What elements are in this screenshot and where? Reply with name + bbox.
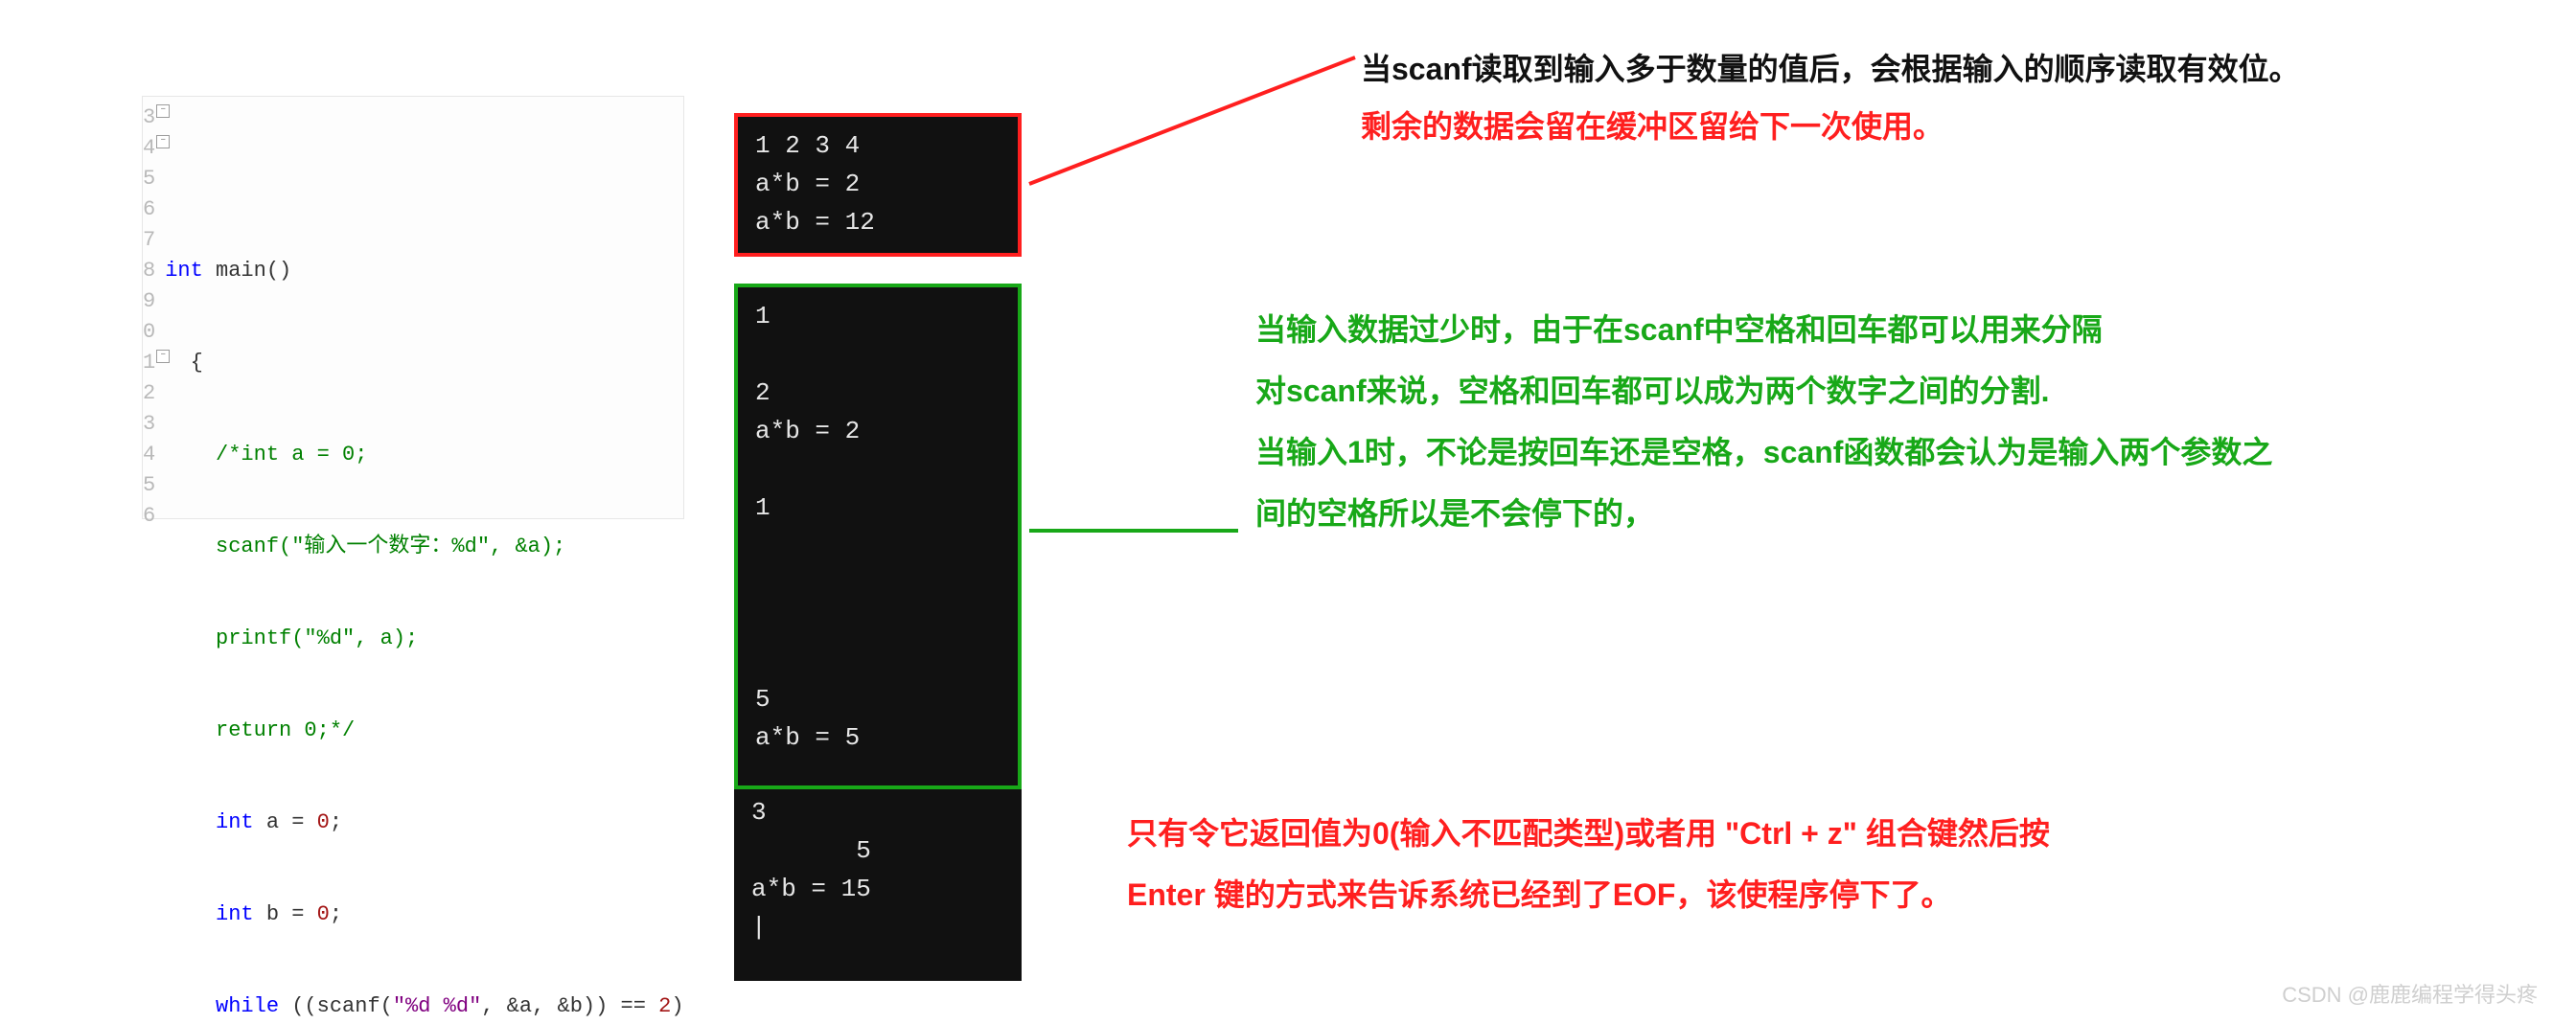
line-number: 4 [143, 133, 155, 164]
code-number: 0 [317, 902, 330, 926]
line-number: 5 [143, 164, 155, 194]
line-gutter: 3 4 5 6 7 8 9 0 1 2 3 4 5 6 [143, 97, 159, 518]
line-number: 5 [143, 470, 155, 501]
watermark: CSDN @鹿鹿编程学得头疼 [2282, 978, 2538, 1009]
code-text: ) [671, 994, 683, 1018]
line-number: 2 [143, 378, 155, 409]
anno-excess-title: 当scanf读取到输入多于数量的值后，会根据输入的顺序读取有效位。 [1361, 42, 2300, 96]
code-text: b = [254, 902, 317, 926]
code-text [165, 810, 216, 834]
console-output-excess: 1 2 3 4 a*b = 2 a*b = 12 [734, 113, 1022, 257]
anno-insufficient-4: 间的空格所以是不会停下的， [1255, 487, 1654, 540]
code-keyword: int [165, 259, 203, 283]
line-number: 3 [143, 409, 155, 440]
line-number: 6 [143, 501, 155, 532]
console-output-insufficient: 1 2 a*b = 2 1 5 a*b = 5 [734, 284, 1022, 789]
fold-icon[interactable]: – [156, 104, 170, 118]
fold-icon[interactable]: – [156, 135, 170, 148]
fold-icon[interactable]: – [156, 350, 170, 363]
console-output-tail: 3 5 a*b = 15 | [734, 789, 1022, 981]
anno-eof-2: Enter 键的方式来告诉系统已经到了EOF，该使程序停下了。 [1127, 868, 1951, 922]
line-number: 8 [143, 256, 155, 286]
code-text: ((scanf( [279, 994, 393, 1018]
line-number: 9 [143, 286, 155, 317]
code-text [165, 902, 216, 926]
anno-insufficient-2: 对scanf来说，空格和回车都可以成为两个数字之间的分割. [1255, 364, 2050, 418]
anno-insufficient-1: 当输入数据过少时，由于在scanf中空格和回车都可以用来分隔 [1255, 303, 2103, 356]
code-text: main() [203, 259, 291, 283]
code-keyword: int [216, 810, 254, 834]
code-comment: scanf("输入一个数字：%d", &a); [165, 532, 683, 562]
code-text: ; [330, 902, 342, 926]
line-number: 6 [143, 194, 155, 225]
code-keyword: while [216, 994, 279, 1018]
code-text: a = [254, 810, 317, 834]
code-number: 2 [658, 994, 671, 1018]
anno-eof-1: 只有令它返回值为0(输入不匹配类型)或者用 "Ctrl + z" 组合键然后按 [1127, 807, 2050, 860]
code-text: , &a, &b)) == [481, 994, 658, 1018]
code-string: "%d %d" [393, 994, 481, 1018]
line-number: 4 [143, 440, 155, 470]
code-comment: printf("%d", a); [165, 624, 683, 654]
code-comment: return 0;*/ [165, 716, 683, 746]
code-number: 0 [317, 810, 330, 834]
code-keyword: int [216, 902, 254, 926]
line-number: 7 [143, 225, 155, 256]
anno-insufficient-3: 当输入1时，不论是按回车还是空格，scanf函数都会认为是输入两个参数之 [1255, 425, 2272, 479]
anno-excess-detail: 剩余的数据会留在缓冲区留给下一次使用。 [1361, 100, 1944, 153]
code-text: { [165, 348, 683, 378]
code-text: ; [330, 810, 342, 834]
line-number: 0 [143, 317, 155, 348]
code-text [165, 994, 216, 1018]
line-number: 3 [143, 102, 155, 133]
code-editor: 3 4 5 6 7 8 9 0 1 2 3 4 5 6 – – – int ma… [142, 96, 684, 519]
code-body: – – – int main() { /*int a = 0; scanf("输… [159, 97, 683, 518]
code-comment: /*int a = 0; [165, 440, 683, 470]
line-number: 1 [143, 348, 155, 378]
